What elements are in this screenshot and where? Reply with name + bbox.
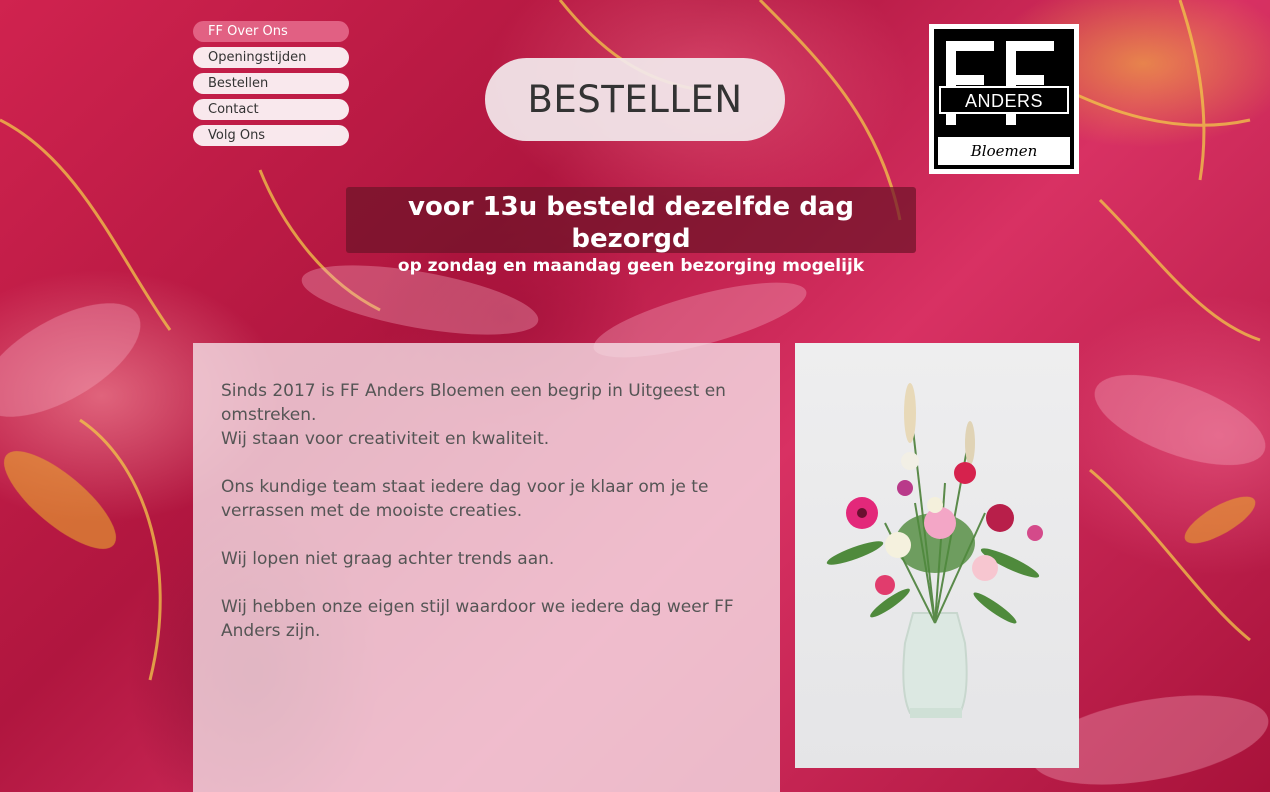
ff-anders-logo[interactable]: ANDERS Bloemen <box>929 24 1079 174</box>
delivery-banner: voor 13u besteld dezelfde dag bezorgd op… <box>346 187 916 276</box>
nav-item-openingstijden[interactable]: Openingstijden <box>193 47 349 68</box>
about-line-intro: Sinds 2017 is FF Anders Bloemen een begr… <box>221 381 726 425</box>
banner-line-2: op zondag en maandag geen bezorging moge… <box>397 256 865 276</box>
nav-item-contact[interactable]: Contact <box>193 99 349 120</box>
about-text: Sinds 2017 is FF Anders Bloemen een begr… <box>221 379 741 667</box>
about-paragraph-2: Ons kundige team staat iedere dag voor j… <box>221 477 709 521</box>
about-paragraph-1: Sinds 2017 is FF Anders Bloemen een begr… <box>221 379 741 451</box>
nav-item-ff-over-ons[interactable]: FF Over Ons <box>193 21 349 42</box>
about-panel: Sinds 2017 is FF Anders Bloemen een begr… <box>193 343 780 792</box>
bouquet-image <box>826 383 1043 718</box>
bestellen-button[interactable]: BESTELLEN <box>485 58 785 141</box>
logo-anders-text: ANDERS <box>964 91 1043 111</box>
banner-line-1: voor 13u besteld dezelfde dag bezorgd <box>408 192 854 254</box>
about-line-creativity: Wij staan voor creativiteit en kwaliteit… <box>221 429 550 449</box>
about-paragraph-3: Wij lopen niet graag achter trends aan. <box>221 549 555 569</box>
nav-item-bestellen[interactable]: Bestellen <box>193 73 349 94</box>
about-paragraph-4: Wij hebben onze eigen stijl waardoor we … <box>221 597 734 641</box>
logo-bloemen-text: Bloemen <box>970 142 1038 160</box>
bouquet-photo <box>795 343 1079 768</box>
nav-item-volg-ons[interactable]: Volg Ons <box>193 125 349 146</box>
main-nav: FF Over Ons Openingstijden Bestellen Con… <box>193 21 349 151</box>
